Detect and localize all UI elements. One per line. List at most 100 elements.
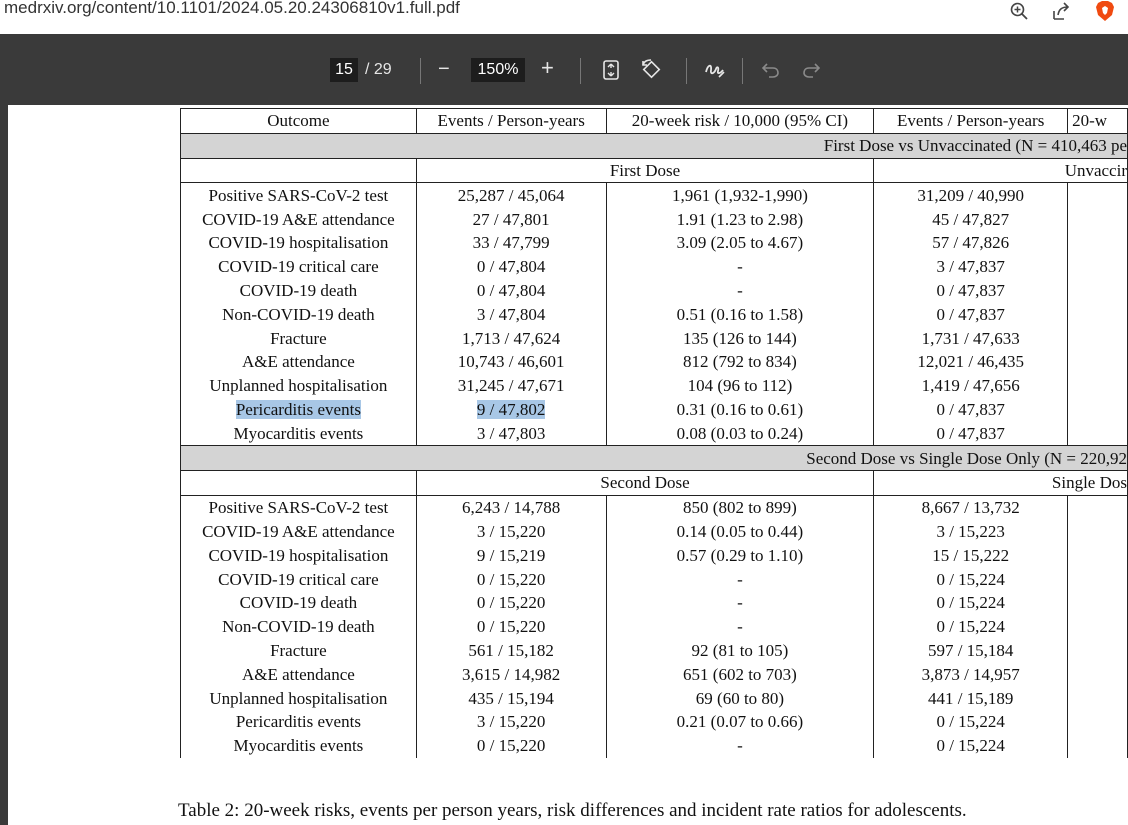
outcome-cell-text: A&E attendance xyxy=(241,352,355,372)
table-row: Positive SARS-CoV-2 test 25,287 / 45,064 1… xyxy=(180,182,1128,208)
outcome-cell-highlighted-text: Pericarditis events xyxy=(235,399,361,419)
events-right-cell: 0 / 47,837 xyxy=(873,302,1069,327)
table-row: Fracture 1,713 / 47,624 135 (126 to 144) 1,… xyxy=(180,326,1128,350)
clipped-cell xyxy=(1067,302,1128,327)
clipped-cell xyxy=(1067,567,1128,591)
results-table: Outcome Events / Person-years 20-week risk… xyxy=(180,108,1128,758)
outcome-cell-text: Myocarditis events xyxy=(233,736,364,756)
events-left-cell: 3 / 15,220 xyxy=(415,519,607,544)
outcome-cell-text: Fracture xyxy=(270,640,327,660)
fit-page-icon[interactable] xyxy=(598,57,624,83)
toolbar-divider xyxy=(686,58,687,84)
risk-cell: 850 (802 to 899) xyxy=(605,495,875,520)
zoom-level-input[interactable]: 150% xyxy=(471,58,525,82)
events-right-cell: 0 / 15,224 xyxy=(873,567,1069,591)
outcome-cell: Pericarditis events xyxy=(180,397,417,422)
draw-icon[interactable] xyxy=(702,57,728,83)
clipped-cell xyxy=(1067,421,1128,446)
events-left-cell-text: 3 / 15,220 xyxy=(476,712,546,732)
zoom-in-button[interactable]: + xyxy=(541,56,554,80)
events-left-cell-text: 27 / 47,801 xyxy=(472,209,550,229)
events-left-cell: 31,245 / 47,671 xyxy=(415,373,607,398)
events-left-cell: 6,243 / 14,788 xyxy=(415,495,607,520)
outcome-cell-text: Positive SARS-CoV-2 test xyxy=(208,498,389,518)
events-right-cell: 3 / 47,837 xyxy=(873,254,1069,279)
table-header-row: Outcome Events / Person-years 20-week risk… xyxy=(180,108,1128,134)
events-left-cell: 9 / 15,219 xyxy=(415,543,607,568)
outcome-cell-text: COVID-19 hospitalisation xyxy=(208,545,389,565)
outcome-cell-text: Unplanned hospitalisation xyxy=(209,376,388,396)
outcome-cell: COVID-19 hospitalisation xyxy=(180,230,417,255)
redo-icon[interactable] xyxy=(798,57,824,83)
brave-shield-icon[interactable] xyxy=(1092,0,1118,22)
outcome-cell: COVID-19 critical care xyxy=(180,254,417,279)
outcome-cell-text: COVID-19 critical care xyxy=(218,257,379,277)
events-left-cell: 25,287 / 45,064 xyxy=(415,182,607,208)
outcome-cell: Fracture xyxy=(180,638,417,663)
risk-cell-text: 651 (602 to 703) xyxy=(683,664,797,684)
events-right-cell: 1,419 / 47,656 xyxy=(873,373,1069,398)
table-row: COVID-19 death 0 / 47,804 - 0 / 47,837 xyxy=(180,278,1128,303)
zoom-in-icon[interactable] xyxy=(1006,0,1032,22)
events-right-cell: 0 / 47,837 xyxy=(873,397,1069,422)
events-right-cell: 0 / 15,224 xyxy=(873,733,1069,758)
events-right-cell: 15 / 15,222 xyxy=(873,543,1069,568)
events-left-cell-highlighted-text: 9 / 47,802 xyxy=(476,399,546,419)
group-header-left: Second Dose xyxy=(415,469,875,496)
section-title: Second Dose vs Single Dose Only (N = 220… xyxy=(180,445,1128,471)
events-left-cell: 9 / 47,802 xyxy=(415,397,607,422)
events-right-cell: 45 / 47,827 xyxy=(873,207,1069,231)
risk-cell: 651 (602 to 703) xyxy=(605,662,875,687)
events-left-cell-text: 0 / 15,220 xyxy=(476,617,546,637)
risk-cell-text: 135 (126 to 144) xyxy=(683,328,797,348)
outcome-cell: Non-COVID-19 death xyxy=(180,302,417,327)
events-right-cell-text: 0 / 15,224 xyxy=(936,569,1005,589)
events-left-cell: 3,615 / 14,982 xyxy=(415,662,607,687)
events-left-cell: 0 / 15,220 xyxy=(415,733,607,758)
column-header: Events / Person-years xyxy=(415,108,607,134)
events-left-cell-text: 3 / 47,803 xyxy=(476,423,546,443)
events-right-cell-text: 3 / 15,223 xyxy=(936,521,1005,541)
section-title-text: Second Dose vs Single Dose Only (N = 220… xyxy=(806,448,1127,468)
group-header-left-text: First Dose xyxy=(609,160,681,180)
risk-cell: 1.91 (1.23 to 2.98) xyxy=(605,207,875,231)
risk-cell: - xyxy=(605,733,875,758)
events-right-cell: 57 / 47,826 xyxy=(873,230,1069,255)
clipped-cell xyxy=(1067,207,1128,231)
events-left-cell: 33 / 47,799 xyxy=(415,230,607,255)
events-left-cell: 0 / 15,220 xyxy=(415,614,607,639)
events-right-cell-text: 597 / 15,184 xyxy=(927,640,1014,660)
table-row: Fracture 561 / 15,182 92 (81 to 105) 597 / … xyxy=(180,638,1128,663)
outcome-cell: Unplanned hospitalisation xyxy=(180,373,417,398)
clipped-cell xyxy=(1067,182,1128,208)
table-row: COVID-19 death 0 / 15,220 - 0 / 15,224 xyxy=(180,590,1128,615)
risk-cell: 0.57 (0.29 to 1.10) xyxy=(605,543,875,568)
events-left-cell-text: 9 / 15,219 xyxy=(476,545,546,565)
blank-cell xyxy=(180,469,417,496)
outcome-cell-text: COVID-19 death xyxy=(239,280,358,300)
events-left-cell-text: 0 / 15,220 xyxy=(476,736,546,756)
column-header: Events / Person-years xyxy=(873,108,1069,134)
share-icon[interactable] xyxy=(1048,0,1074,22)
events-left-cell-text: 33 / 47,799 xyxy=(472,233,550,253)
events-right-cell-text: 8,667 / 13,732 xyxy=(921,498,1020,518)
rotate-icon[interactable] xyxy=(638,57,664,83)
events-right-cell: 3,873 / 14,957 xyxy=(873,662,1069,687)
outcome-cell-text: A&E attendance xyxy=(241,664,355,684)
events-left-cell-text: 31,245 / 47,671 xyxy=(457,376,565,396)
events-left-cell-text: 1,713 / 47,624 xyxy=(462,328,561,348)
events-right-cell: 3 / 15,223 xyxy=(873,519,1069,544)
outcome-cell: Pericarditis events xyxy=(180,709,417,734)
browser-address-bar[interactable]: medrxiv.org/content/10.1101/2024.05.20.2… xyxy=(0,0,1128,34)
clipped-cell xyxy=(1067,397,1128,422)
outcome-cell: COVID-19 death xyxy=(180,278,417,303)
undo-icon[interactable] xyxy=(758,57,784,83)
events-left-cell-text: 25,287 / 45,064 xyxy=(457,185,565,205)
zoom-out-button[interactable]: − xyxy=(438,57,450,81)
page-number-input[interactable]: 15 xyxy=(330,58,358,82)
events-left-cell: 0 / 15,220 xyxy=(415,590,607,615)
group-header-row: Second Dose Single Dos xyxy=(180,469,1128,496)
url-text[interactable]: medrxiv.org/content/10.1101/2024.05.20.2… xyxy=(4,0,460,18)
events-left-cell-text: 0 / 15,220 xyxy=(476,593,546,613)
events-right-cell-text: 0 / 47,837 xyxy=(936,304,1005,324)
